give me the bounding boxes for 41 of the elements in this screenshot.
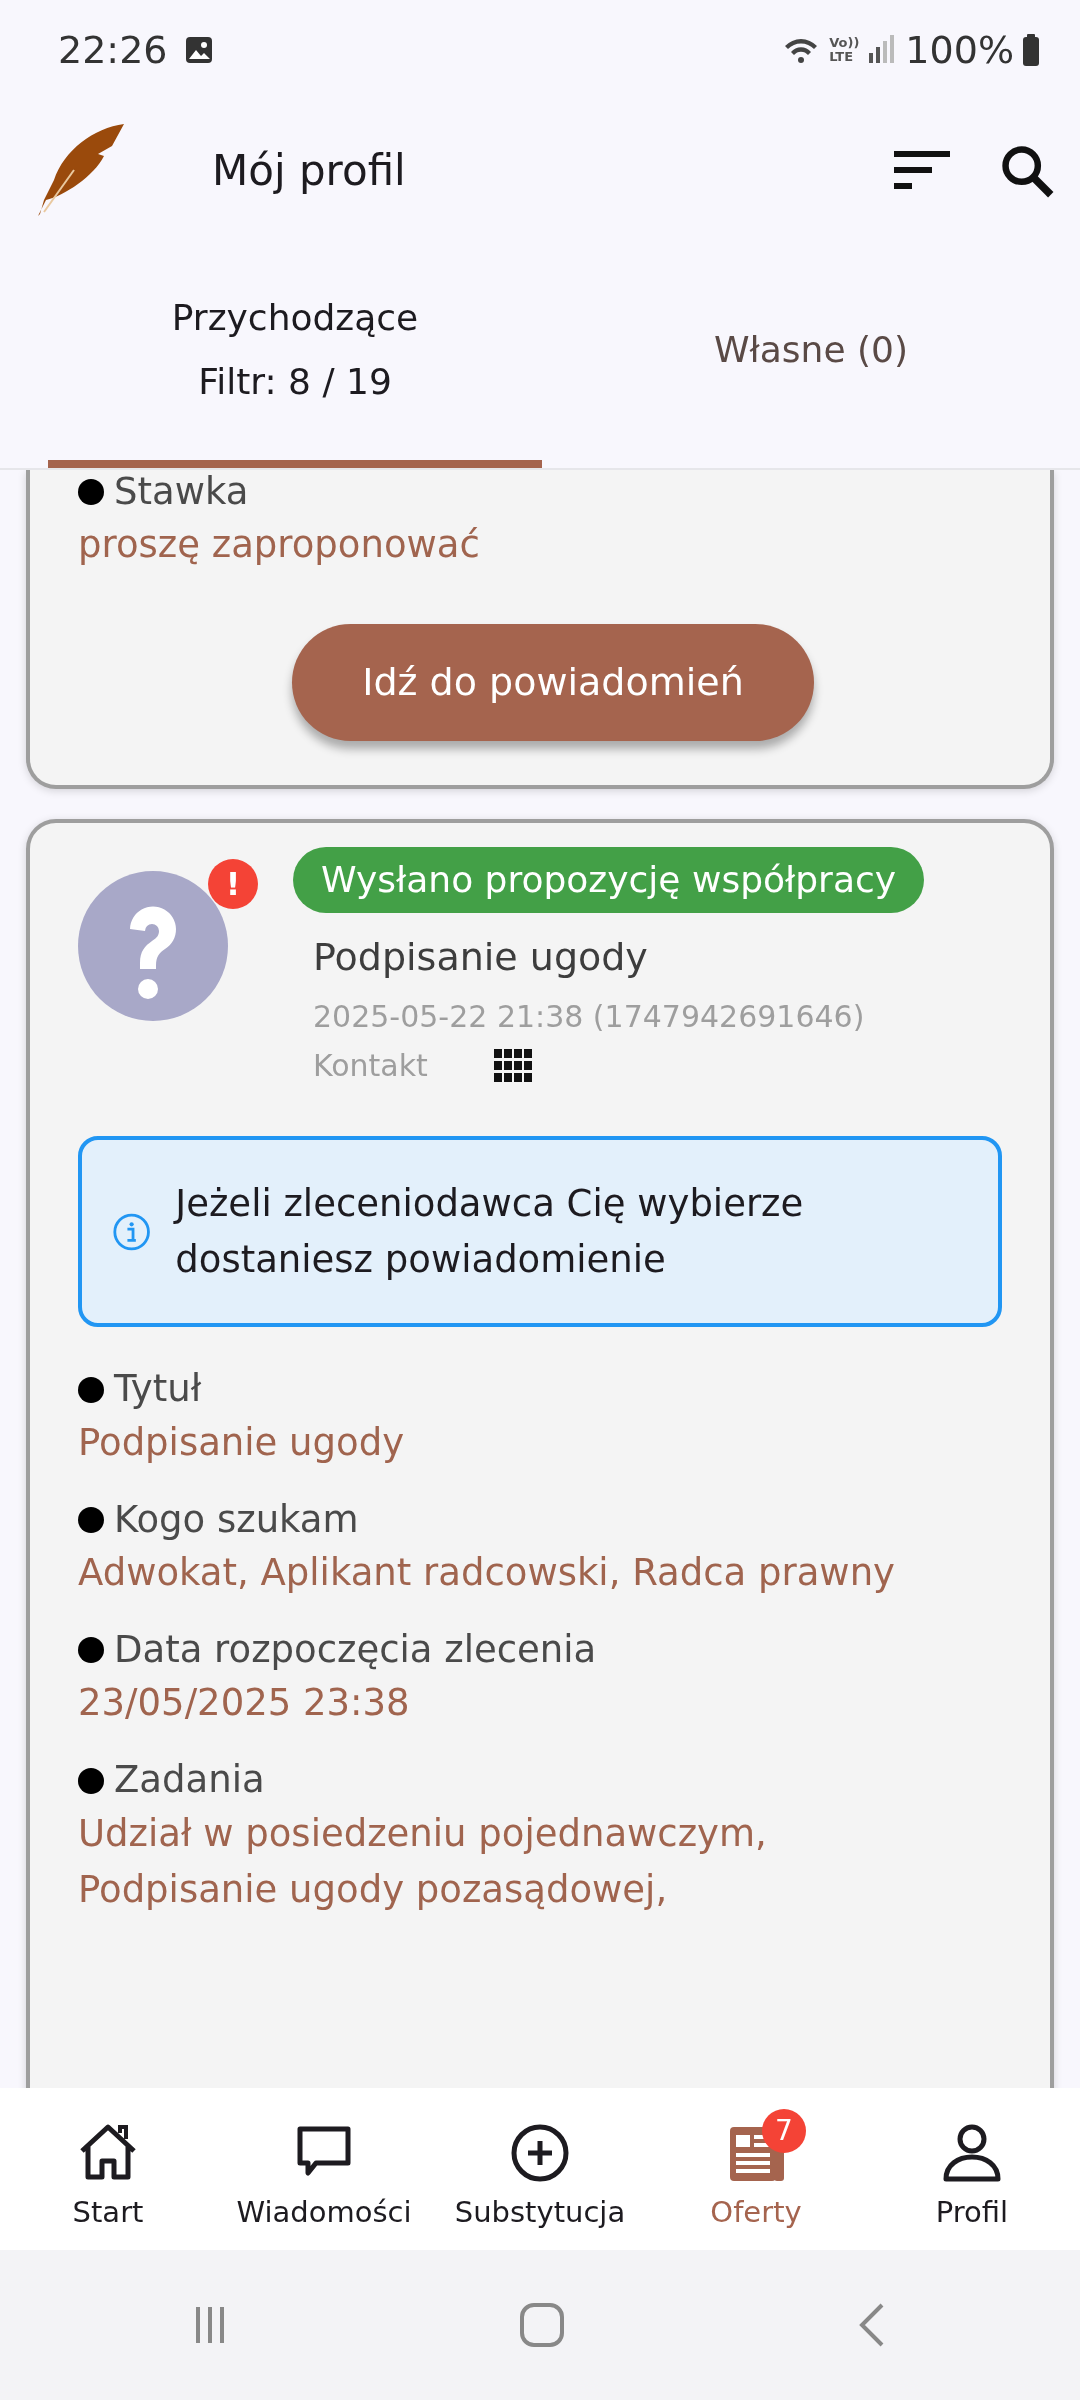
- recent-apps-icon[interactable]: [194, 2305, 227, 2345]
- field-value: Adwokat, Aplikant radcowski, Radca prawny: [78, 1550, 896, 1597]
- network-label: LTE: [829, 50, 855, 64]
- field-label: Data rozpoczęcia zlecenia: [114, 1628, 597, 1673]
- back-icon[interactable]: [857, 2303, 886, 2347]
- network-label: Vo)): [829, 36, 860, 50]
- field-value: Podpisanie ugody: [78, 1419, 406, 1466]
- count-badge: 7: [762, 2109, 806, 2154]
- nav-item[interactable]: 7 Oferty: [648, 2103, 864, 2235]
- notifications-button[interactable]: Idź do powiadomień: [292, 624, 814, 742]
- offer-title: Podpisanie ugody: [313, 934, 648, 982]
- tab[interactable]: Własne (0): [564, 240, 1058, 468]
- bullet-dot: [78, 1506, 104, 1533]
- field-label: Stawka: [114, 470, 249, 515]
- bullet-dot: [78, 1376, 104, 1403]
- nav-item[interactable]: Substytucja: [432, 2103, 648, 2235]
- grid-icon[interactable]: [493, 1049, 532, 1083]
- info-message: Jeżeli zleceniodawca Cię wybierze dostaniesz powiadomienie: [175, 1181, 805, 1283]
- nav-item[interactable]: Profil: [864, 2103, 1080, 2235]
- avatar-icon: [78, 871, 228, 1022]
- field-value: 23/05/2025 23:38: [78, 1680, 411, 1727]
- home-button-icon[interactable]: [519, 2302, 565, 2348]
- field-value: Udział w posiedzeniu pojednawczym,: [78, 1810, 768, 1857]
- status-badge: Wysłano propozycję współpracy: [293, 847, 925, 914]
- bullet-dot: [78, 1767, 104, 1794]
- battery-icon: [1022, 34, 1040, 66]
- field-label: Kogo szukam: [114, 1497, 359, 1543]
- offer-date: 2025-05-22 21:38 (1747942691646): [313, 998, 865, 1037]
- field-label: Zadania: [114, 1758, 265, 1803]
- nav-item[interactable]: Start: [0, 2103, 216, 2235]
- clock-time: 22:26: [58, 26, 168, 74]
- bullet-dot: [78, 1637, 104, 1664]
- image-icon: [183, 35, 214, 65]
- alert-badge: !: [208, 859, 258, 910]
- bullet-dot: [78, 479, 104, 506]
- field-label: Tytuł: [114, 1367, 202, 1412]
- nav-item[interactable]: Wiadomości: [216, 2103, 432, 2235]
- battery-percent: 100%: [905, 26, 1014, 74]
- field-value: proszę zaproponować: [78, 522, 481, 569]
- field-value: Podpisanie ugody pozasądowej,: [78, 1866, 669, 1913]
- screen-title: Mój profil: [212, 144, 406, 197]
